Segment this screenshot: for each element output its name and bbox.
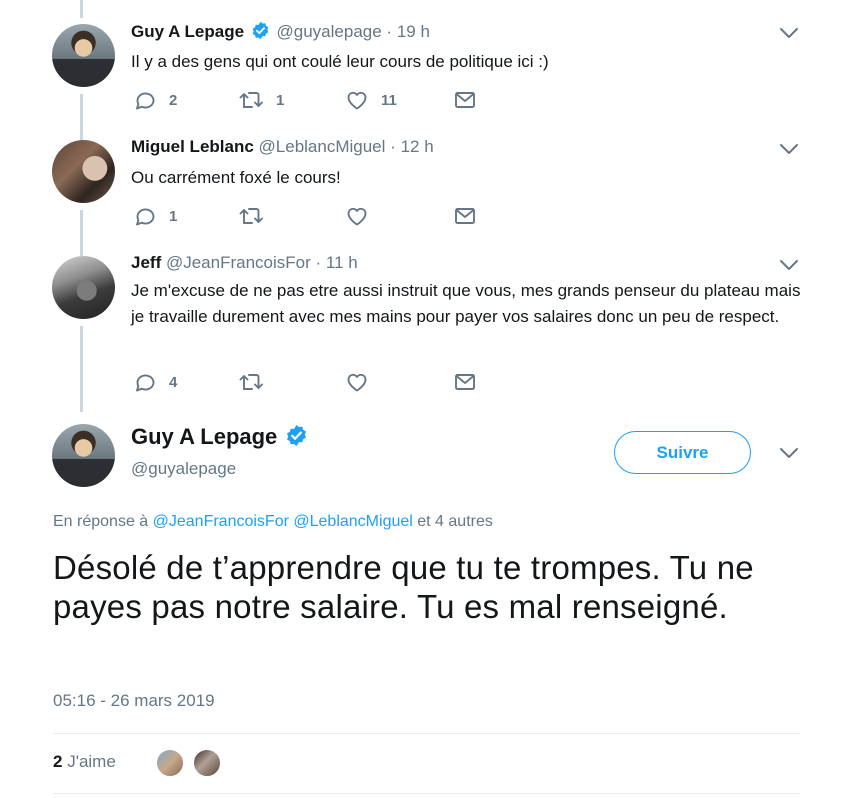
retweet-icon bbox=[239, 92, 263, 108]
liker-avatar[interactable] bbox=[192, 748, 222, 778]
reply-count: 1 bbox=[169, 207, 178, 225]
retweet-count: 1 bbox=[276, 91, 285, 109]
envelope-icon bbox=[455, 92, 475, 108]
reply-count: 2 bbox=[169, 91, 178, 109]
heart-icon bbox=[347, 373, 367, 392]
tweet-actions: 4 bbox=[133, 370, 493, 394]
heart-icon bbox=[347, 207, 367, 226]
tweet-header: Miguel Leblanc @LeblancMiguel · 12 h bbox=[131, 137, 434, 157]
likes-summary[interactable]: 2 J'aime bbox=[53, 752, 116, 772]
liker-avatar[interactable] bbox=[155, 748, 185, 778]
verified-badge-icon bbox=[287, 424, 307, 447]
tweet-header: Jeff @JeanFrancoisFor · 11 h bbox=[131, 253, 358, 273]
tweet-actions: 2 1 11 bbox=[133, 88, 493, 112]
tweet-time[interactable]: 11 h bbox=[326, 253, 358, 272]
retweet-icon bbox=[239, 208, 263, 224]
likes-label: J'aime bbox=[67, 752, 116, 771]
tweet-time[interactable]: 19 h bbox=[397, 22, 430, 41]
retweet-button[interactable] bbox=[238, 204, 276, 228]
chevron-down-icon[interactable] bbox=[778, 142, 800, 156]
separator-dot: · bbox=[386, 22, 393, 41]
main-avatar[interactable] bbox=[52, 424, 115, 487]
divider bbox=[53, 733, 800, 734]
chevron-down-icon[interactable] bbox=[778, 446, 800, 460]
reply-button[interactable]: 2 bbox=[133, 88, 177, 112]
divider bbox=[53, 793, 800, 794]
reply-button[interactable]: 1 bbox=[133, 204, 177, 228]
message-button[interactable] bbox=[454, 370, 476, 394]
envelope-icon bbox=[455, 208, 475, 224]
like-button[interactable]: 11 bbox=[345, 88, 397, 112]
reply-others[interactable]: et 4 autres bbox=[417, 513, 493, 530]
reply-count: 4 bbox=[169, 373, 178, 391]
heart-icon bbox=[347, 91, 367, 110]
reply-mention-link[interactable]: @JeanFrancoisFor bbox=[153, 513, 289, 530]
author-handle[interactable]: @JeanFrancoisFor bbox=[166, 253, 311, 272]
reply-prefix: En réponse à bbox=[53, 513, 149, 530]
tweet-reply[interactable]: Miguel Leblanc @LeblancMiguel · 12 h Ou … bbox=[0, 130, 850, 246]
reply-icon bbox=[136, 374, 155, 392]
likes-count: 2 bbox=[53, 752, 63, 771]
tweet-text: Je m'excuse de ne pas etre aussi instrui… bbox=[131, 281, 801, 326]
like-button[interactable] bbox=[345, 370, 381, 394]
reply-icon bbox=[136, 208, 155, 226]
avatar[interactable] bbox=[52, 140, 115, 203]
tweet-text: Ou carrément foxé le cours! bbox=[131, 168, 341, 187]
retweet-button[interactable] bbox=[238, 370, 276, 394]
tweet-reply[interactable]: Guy A Lepage @guyalepage · 19 h Il y a d… bbox=[0, 0, 850, 130]
main-author-handle[interactable]: @guyalepage bbox=[131, 459, 236, 479]
author-name[interactable]: Jeff bbox=[131, 253, 161, 272]
tweet-text: Il y a des gens qui ont coulé leur cours… bbox=[131, 52, 549, 71]
author-name[interactable]: Guy A Lepage bbox=[131, 22, 244, 41]
author-handle[interactable]: @guyalepage bbox=[277, 22, 382, 41]
like-count: 11 bbox=[381, 91, 397, 109]
avatar[interactable] bbox=[52, 24, 115, 87]
main-tweet-timestamp[interactable]: 05:16 - 26 mars 2019 bbox=[53, 691, 215, 711]
main-tweet-text: Désolé de t’apprendre que tu te trompes.… bbox=[53, 549, 754, 625]
verified-badge-icon bbox=[252, 21, 269, 40]
message-button[interactable] bbox=[454, 204, 476, 228]
tweet-time[interactable]: 12 h bbox=[401, 137, 434, 156]
reply-button[interactable]: 4 bbox=[133, 370, 177, 394]
avatar[interactable] bbox=[52, 256, 115, 319]
envelope-icon bbox=[455, 374, 475, 390]
retweet-button[interactable]: 1 bbox=[238, 88, 284, 112]
retweet-icon bbox=[239, 374, 263, 390]
message-button[interactable] bbox=[454, 88, 476, 112]
tweet-reply[interactable]: Jeff @JeanFrancoisFor · 11 h Je m'excuse… bbox=[0, 246, 850, 406]
like-button[interactable] bbox=[345, 204, 381, 228]
reply-mention-link[interactable]: @LeblancMiguel bbox=[293, 513, 412, 530]
chevron-down-icon[interactable] bbox=[778, 26, 800, 40]
follow-button[interactable]: Suivre bbox=[614, 431, 751, 474]
author-handle[interactable]: @LeblancMiguel bbox=[259, 137, 386, 156]
reply-context: En réponse à @JeanFrancoisFor @LeblancMi… bbox=[53, 513, 493, 531]
main-author-name[interactable]: Guy A Lepage bbox=[131, 424, 277, 449]
separator-dot: · bbox=[390, 137, 396, 156]
tweet-header: Guy A Lepage @guyalepage · 19 h bbox=[131, 21, 430, 42]
reply-icon bbox=[136, 92, 155, 110]
tweet-actions: 1 bbox=[133, 204, 493, 228]
author-name[interactable]: Miguel Leblanc bbox=[131, 137, 254, 156]
chevron-down-icon[interactable] bbox=[778, 258, 800, 272]
separator-dot: · bbox=[315, 253, 322, 272]
main-author-name-row: Guy A Lepage bbox=[131, 424, 310, 450]
